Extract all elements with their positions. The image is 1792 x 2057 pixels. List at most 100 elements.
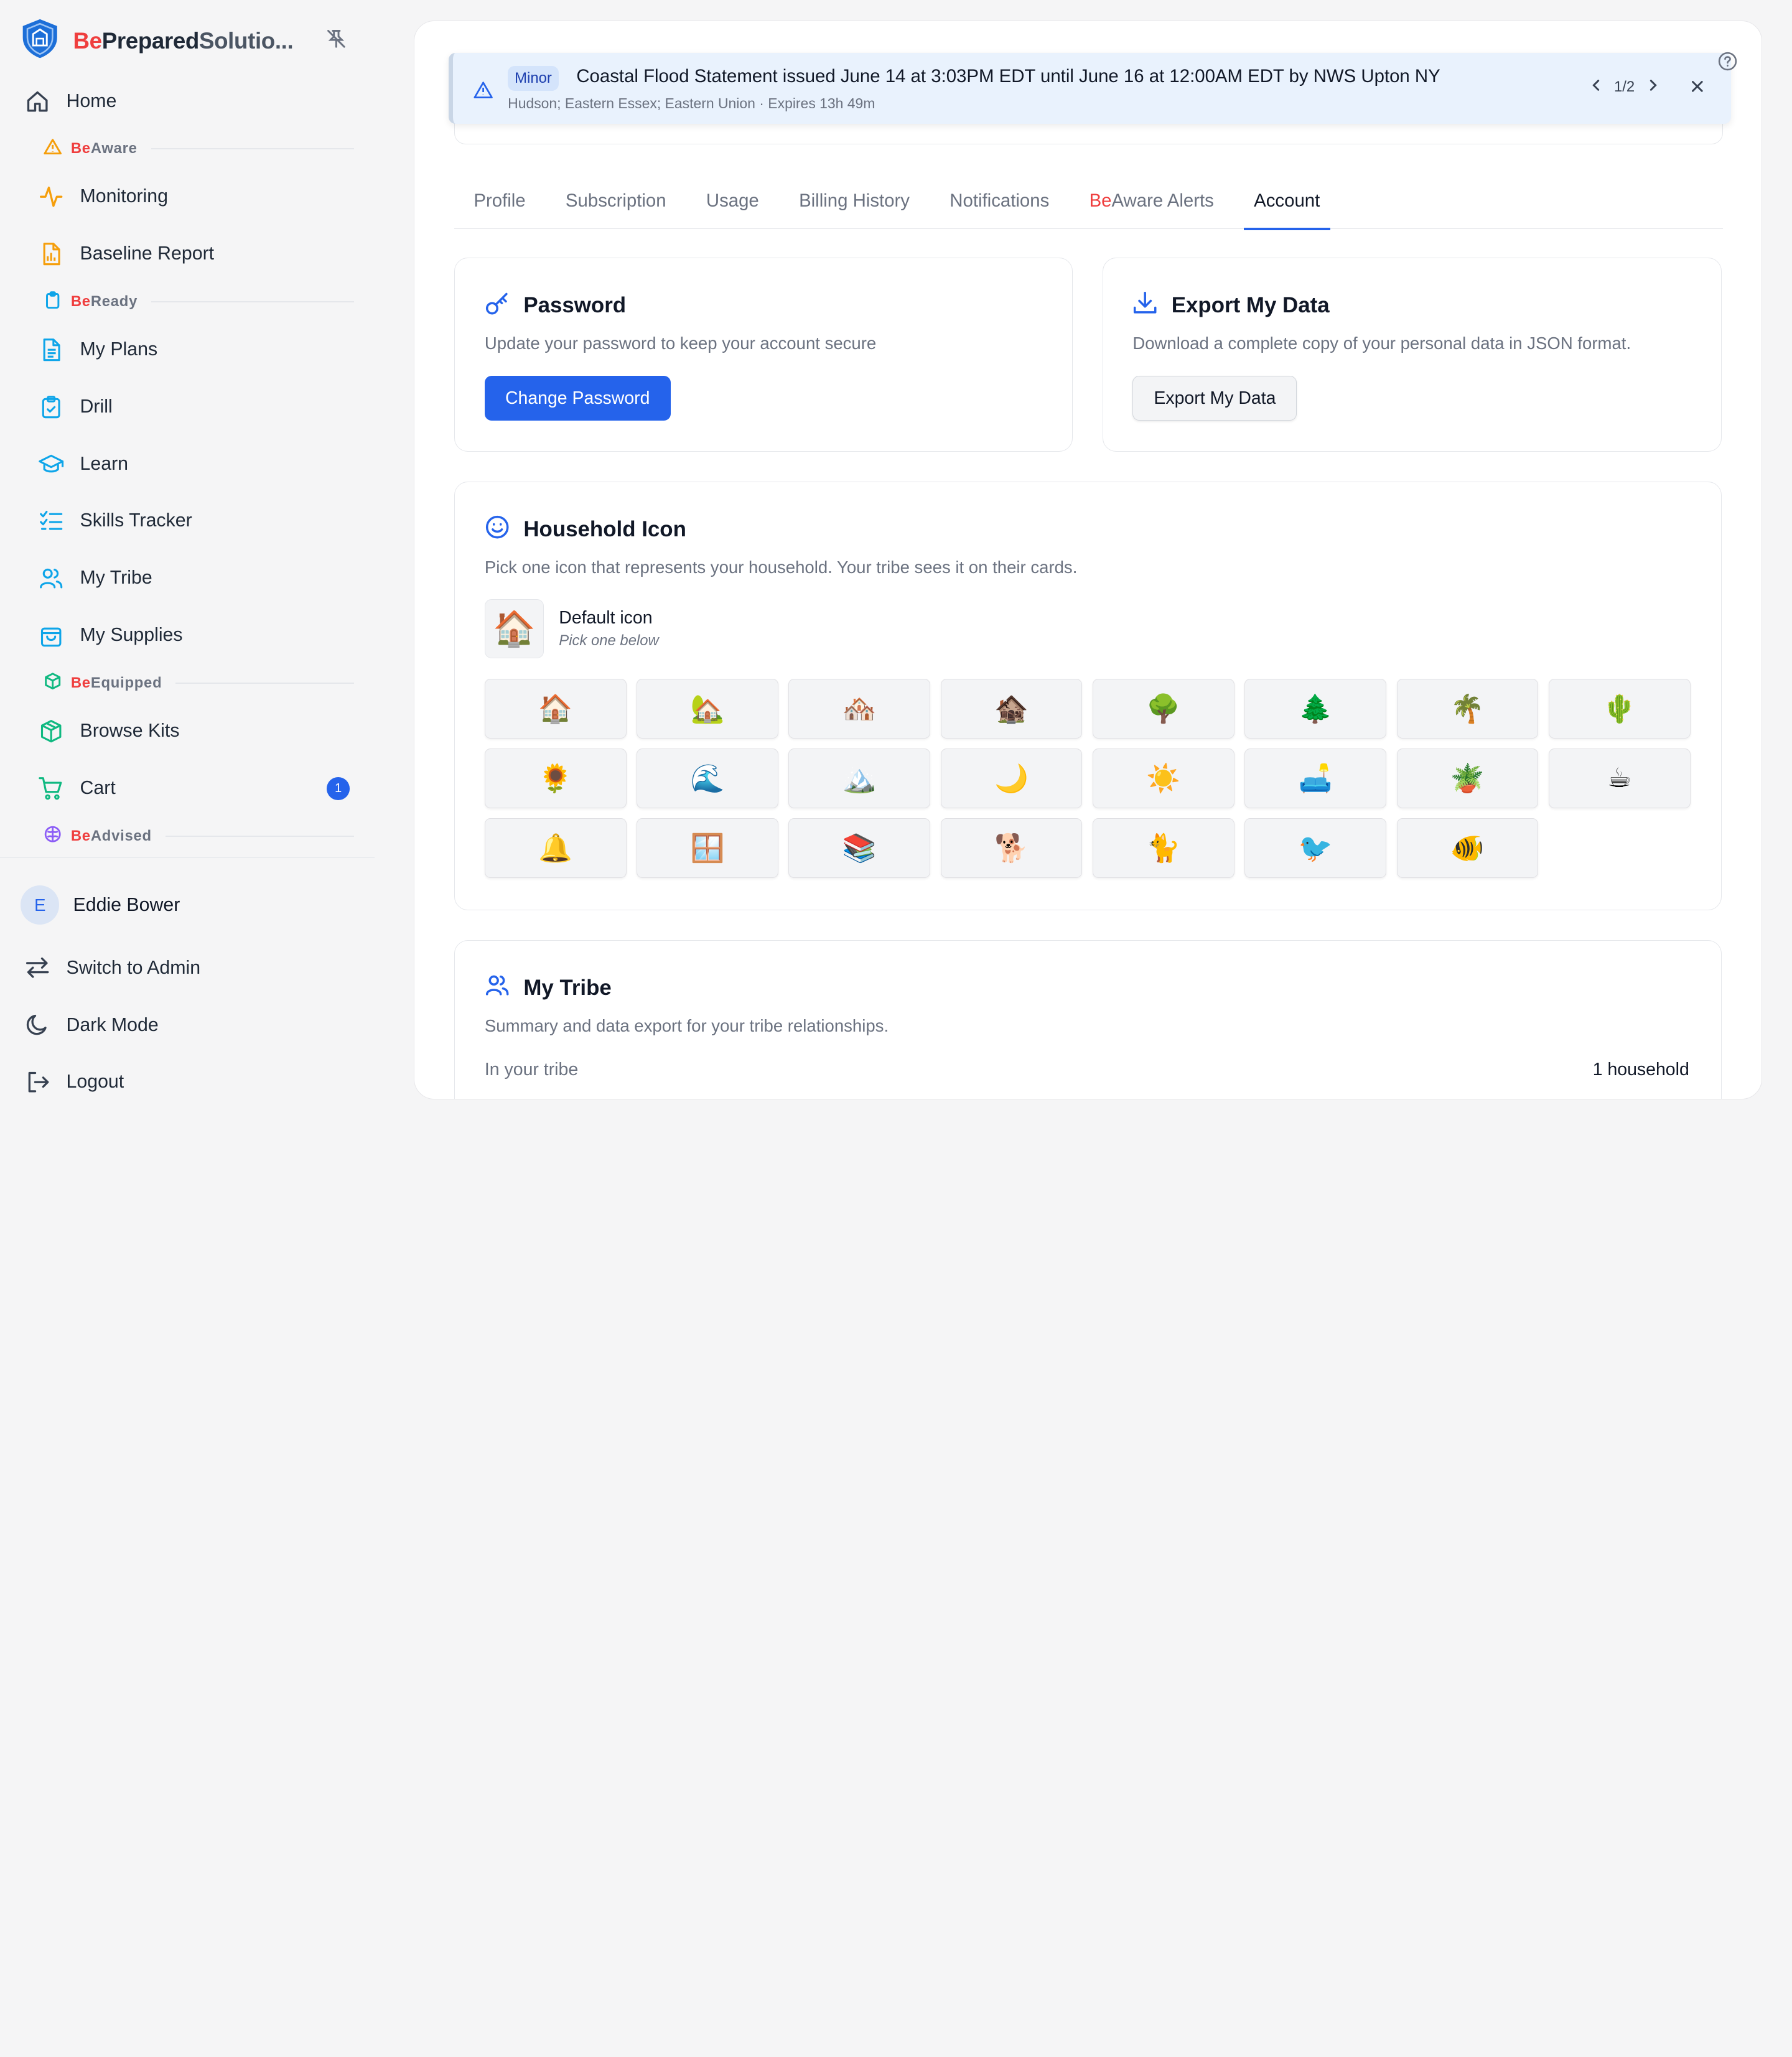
sidebar-item-drill[interactable]: Drill bbox=[23, 378, 355, 436]
tribe-row-label: In your tribe bbox=[484, 1059, 579, 1080]
brand[interactable]: BePreparedSolutio... bbox=[21, 18, 294, 64]
section-be: Be bbox=[70, 292, 91, 310]
card-title-text: My Tribe bbox=[523, 975, 612, 1000]
key-icon bbox=[485, 291, 510, 321]
sidebar-item-browse-kits[interactable]: Browse Kits bbox=[23, 702, 355, 760]
users-icon bbox=[485, 973, 510, 1003]
section-be: Be bbox=[70, 139, 91, 157]
icon-option-dog[interactable]: 🐕 bbox=[940, 818, 1083, 878]
severity-badge: Minor bbox=[508, 65, 559, 91]
tab-account[interactable]: Account bbox=[1243, 181, 1330, 231]
tab-notifications[interactable]: Notifications bbox=[950, 181, 1049, 229]
sidebar-item-my-plans[interactable]: My Plans bbox=[23, 321, 355, 378]
sidebar-item-baseline-report[interactable]: Baseline Report bbox=[23, 225, 355, 282]
icon-option-books[interactable]: 📚 bbox=[788, 818, 931, 878]
section-name: Advised bbox=[90, 828, 152, 845]
user-profile[interactable]: E Eddie Bower bbox=[21, 885, 180, 925]
tab-beaware-alerts[interactable]: BeAware Alerts bbox=[1090, 181, 1214, 229]
user-name: Eddie Bower bbox=[73, 894, 180, 915]
sidebar-item-monitoring[interactable]: Monitoring bbox=[23, 168, 355, 225]
alert-subtitle: Hudson; Eastern Essex; Eastern Union · E… bbox=[508, 95, 875, 112]
section-divider bbox=[165, 836, 355, 837]
unpin-sidebar-icon[interactable] bbox=[325, 27, 348, 55]
dark-mode-toggle[interactable]: Dark Mode bbox=[25, 997, 357, 1054]
icon-option-cactus[interactable]: 🌵 bbox=[1548, 679, 1691, 739]
icon-option-evergreen[interactable]: 🌲 bbox=[1244, 679, 1386, 739]
icon-option-houses[interactable]: 🏘️ bbox=[788, 679, 931, 739]
sidebar-item-cart[interactable]: Cart 1 bbox=[23, 760, 355, 817]
icon-option-coffee[interactable]: ☕ bbox=[1548, 749, 1691, 808]
icon-option-bird[interactable]: 🐦 bbox=[1244, 818, 1386, 878]
icon-picker-grid: 🏠 🏡 🏘️ 🏚️ 🌳 🌲 🌴 🌵 🌻 🌊 🏔️ 🌙 ☀️ 🛋️ 🪴 ☕ 🔔 🪟 bbox=[484, 679, 1691, 878]
icon-option-house[interactable]: 🏠 bbox=[484, 679, 627, 739]
icon-option-cat[interactable]: 🐈 bbox=[1092, 818, 1234, 878]
chevron-left-icon[interactable] bbox=[1589, 78, 1603, 96]
app-root: BePreparedSolutio... Home BeAware Monito… bbox=[0, 0, 1792, 1120]
card-title-text: Household Icon bbox=[523, 517, 686, 542]
weather-alert-banner[interactable]: Minor Coastal Flood Statement issued Jun… bbox=[448, 53, 1731, 124]
sidebar-item-learn[interactable]: Learn bbox=[23, 436, 355, 493]
sidebar-item-home[interactable]: Home bbox=[23, 83, 355, 120]
household-card-title: Household Icon bbox=[485, 515, 686, 545]
alert-triangle-icon bbox=[474, 81, 493, 104]
brain-icon bbox=[44, 825, 62, 847]
sidebar-item-my-supplies[interactable]: My Supplies bbox=[23, 607, 355, 664]
brand-name: BePreparedSolutio... bbox=[73, 28, 294, 54]
export-my-data-button[interactable]: Export My Data bbox=[1132, 376, 1297, 421]
sidebar-item-label: Home bbox=[66, 91, 117, 112]
tab-label: Aware Alerts bbox=[1111, 190, 1214, 211]
activity-icon bbox=[39, 184, 63, 209]
tribe-summary-row: In your tribe 1 household bbox=[485, 1060, 1689, 1080]
icon-option-sun[interactable]: ☀️ bbox=[1092, 749, 1234, 808]
tab-usage[interactable]: Usage bbox=[706, 181, 759, 229]
password-card-title: Password bbox=[485, 291, 626, 321]
section-name: Aware bbox=[90, 139, 138, 157]
tab-label: Usage bbox=[706, 190, 759, 211]
section-divider bbox=[175, 683, 355, 684]
icon-option-moon[interactable]: 🌙 bbox=[940, 749, 1083, 808]
shopping-bag-icon bbox=[39, 623, 63, 648]
switch-to-admin-button[interactable]: Switch to Admin bbox=[25, 940, 357, 997]
icon-option-window[interactable]: 🪟 bbox=[637, 818, 778, 878]
sidebar-item-skills-tracker[interactable]: Skills Tracker bbox=[23, 493, 355, 550]
settings-tabs: Profile Subscription Usage Billing Histo… bbox=[454, 181, 1723, 231]
icon-option-fish[interactable]: 🐠 bbox=[1396, 818, 1539, 878]
sidebar-item-label: Cart bbox=[80, 778, 116, 799]
export-card-desc: Download a complete copy of your persona… bbox=[1132, 334, 1631, 353]
icon-option-mountain[interactable]: 🏔️ bbox=[788, 749, 931, 808]
section-divider bbox=[151, 147, 355, 149]
nav-label: Switch to Admin bbox=[66, 957, 201, 978]
sidebar-item-label: Learn bbox=[80, 453, 129, 474]
icon-option-potted-plant[interactable]: 🪴 bbox=[1396, 749, 1539, 808]
logout-button[interactable]: Logout bbox=[25, 1053, 357, 1111]
tab-subscription[interactable]: Subscription bbox=[566, 181, 666, 229]
brand-solutions: Solutio... bbox=[199, 28, 294, 54]
help-icon[interactable] bbox=[1717, 51, 1738, 77]
alert-page-indicator: 1/2 bbox=[1614, 78, 1635, 96]
clipboard-icon bbox=[44, 291, 62, 313]
icon-option-cabin[interactable]: 🏚️ bbox=[940, 679, 1083, 739]
alert-title: Coastal Flood Statement issued June 14 a… bbox=[576, 65, 1440, 86]
moon-icon bbox=[25, 1012, 50, 1037]
icon-option-bell[interactable]: 🔔 bbox=[484, 818, 627, 878]
icon-option-palm[interactable]: 🌴 bbox=[1396, 679, 1539, 739]
chevron-right-icon[interactable] bbox=[1646, 78, 1660, 96]
tab-billing-history[interactable]: Billing History bbox=[799, 181, 910, 229]
change-password-button[interactable]: Change Password bbox=[484, 376, 671, 421]
sidebar-item-my-tribe[interactable]: My Tribe bbox=[23, 549, 355, 607]
close-icon[interactable] bbox=[1689, 78, 1706, 100]
sidebar-item-label: Monitoring bbox=[80, 185, 168, 207]
cart-icon bbox=[39, 776, 63, 801]
sidebar-item-label: Skills Tracker bbox=[80, 510, 192, 531]
list-checks-icon bbox=[39, 508, 63, 533]
section-name: Ready bbox=[90, 292, 138, 310]
tab-profile[interactable]: Profile bbox=[474, 181, 525, 229]
icon-option-couch[interactable]: 🛋️ bbox=[1244, 749, 1386, 808]
nav-label: Dark Mode bbox=[66, 1014, 159, 1035]
icon-option-tree[interactable]: 🌳 bbox=[1092, 679, 1234, 739]
tab-label: Profile bbox=[474, 190, 526, 211]
icon-option-house-garden[interactable]: 🏡 bbox=[637, 679, 778, 739]
export-card-title: Export My Data bbox=[1132, 291, 1330, 321]
icon-option-sunflower[interactable]: 🌻 bbox=[484, 749, 627, 808]
icon-option-wave[interactable]: 🌊 bbox=[637, 749, 778, 808]
